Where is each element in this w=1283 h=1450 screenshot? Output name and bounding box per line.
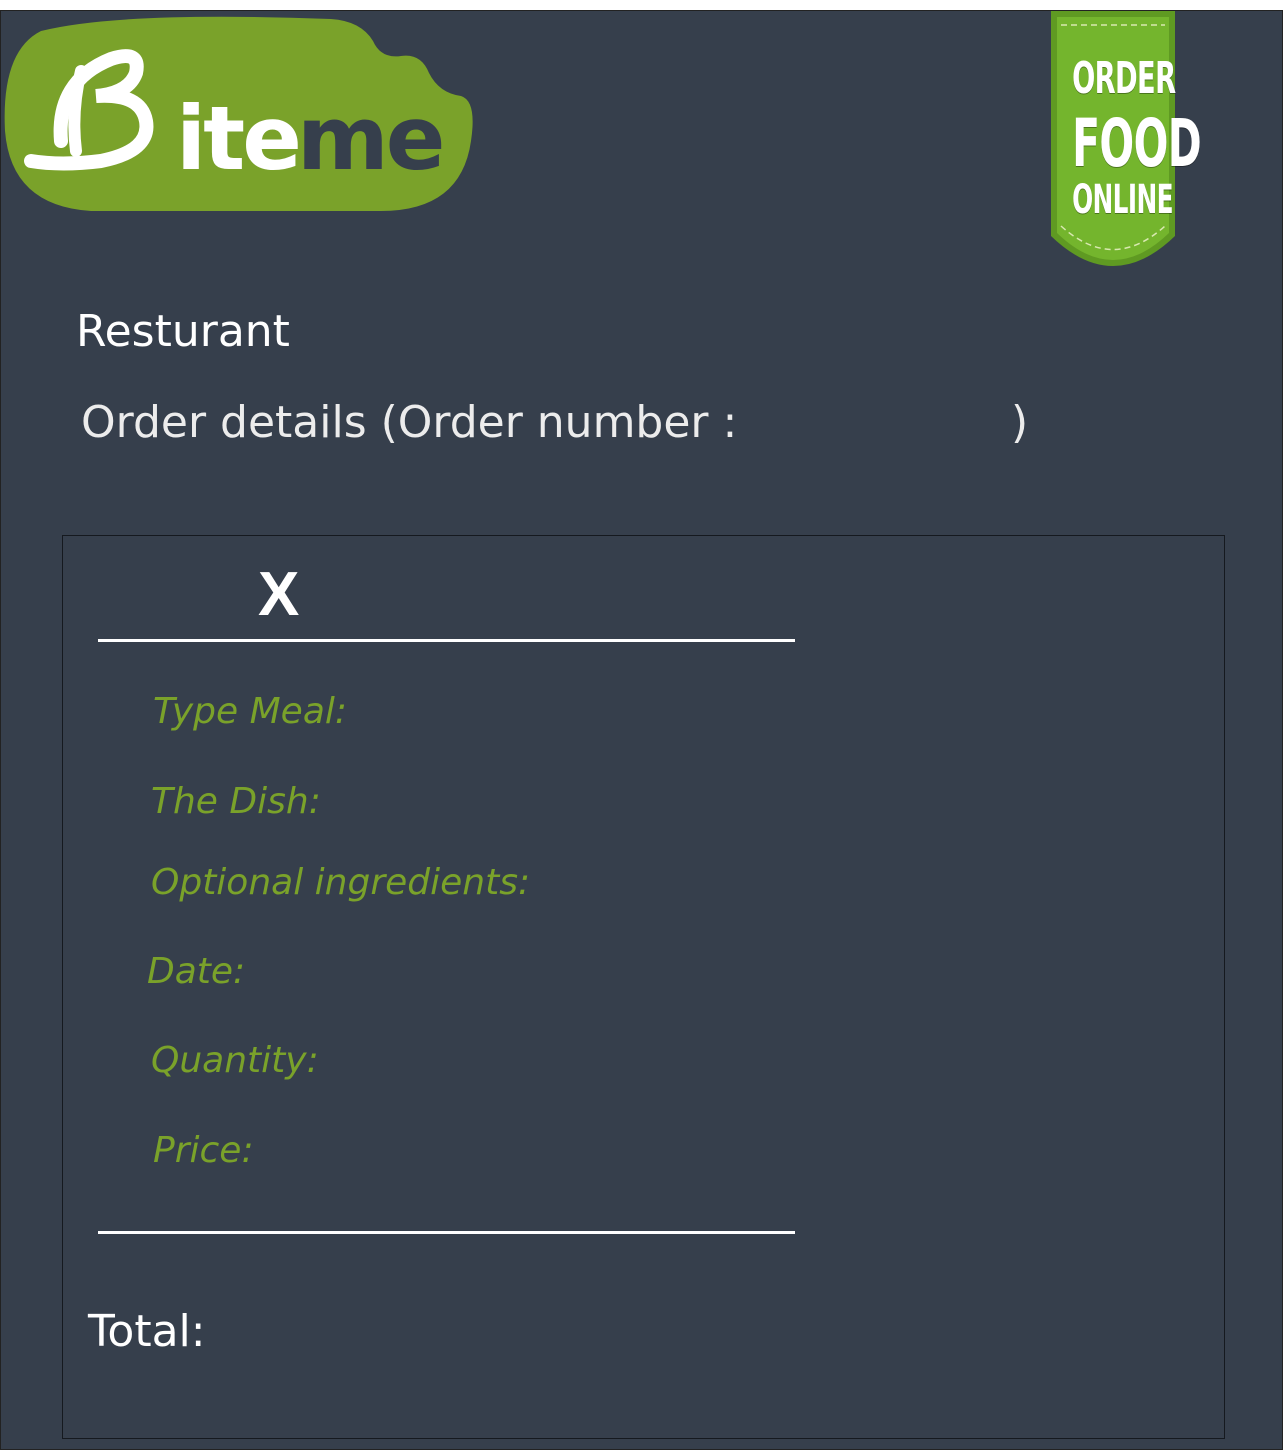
restaurant-label: Resturant xyxy=(76,306,290,357)
order-number-value xyxy=(721,397,1001,449)
biteme-logo: ite me xyxy=(1,11,481,221)
badge-line-order: ORDER xyxy=(1072,53,1176,104)
quantity-label: Quantity: xyxy=(151,1040,319,1081)
optional-ingredients-label: Optional ingredients: xyxy=(151,862,531,903)
item-divider-top xyxy=(98,639,795,642)
order-food-online-badge: ORDER FOOD ONLINE xyxy=(1047,11,1202,281)
dish-label: The Dish: xyxy=(151,781,321,822)
svg-text:me: me xyxy=(297,87,442,190)
badge-line-online: ONLINE xyxy=(1072,177,1173,223)
total-label: Total: xyxy=(88,1306,206,1357)
item-divider-bottom xyxy=(98,1231,795,1234)
order-details-close-paren: ) xyxy=(1011,397,1029,448)
price-label: Price: xyxy=(153,1130,254,1171)
order-details-title: Order details (Order number : xyxy=(81,397,738,448)
date-label: Date: xyxy=(147,951,246,992)
biteme-logo-graphic: ite me xyxy=(4,16,473,212)
svg-text:ite: ite xyxy=(176,87,299,190)
badge-line-food: FOOD xyxy=(1072,105,1202,182)
order-details-screen: ite me ORDER FOOD ONLINE Resturant Order… xyxy=(0,10,1283,1450)
remove-item-button[interactable]: X xyxy=(258,564,299,626)
order-item-panel: X Type Meal: The Dish: Optional ingredie… xyxy=(62,535,1225,1439)
type-meal-label: Type Meal: xyxy=(153,691,348,732)
